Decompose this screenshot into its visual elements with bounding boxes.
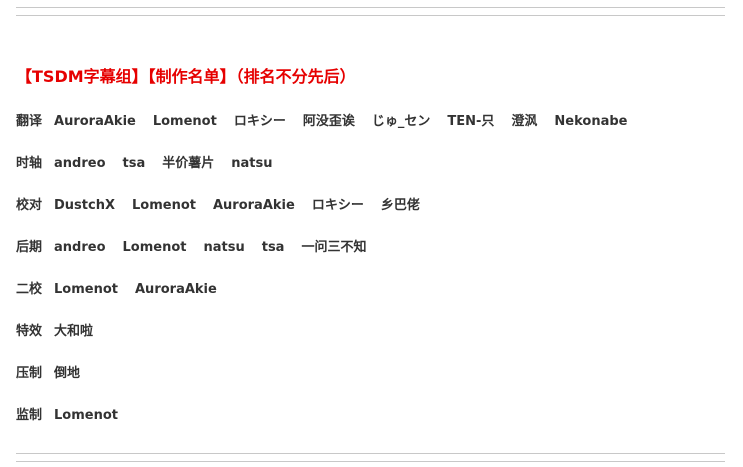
credit-name: Lomenot	[54, 282, 118, 297]
credit-name: 乡巴佬	[380, 198, 420, 213]
credit-role-label: 压制	[16, 366, 43, 381]
credit-names: DustchX Lomenot AuroraAkie ロキシー 乡巴佬	[54, 196, 437, 216]
credit-name: andreo	[54, 156, 106, 171]
credit-name: natsu	[231, 156, 273, 171]
credit-name: Lomenot	[122, 240, 187, 255]
credit-role-label: 校对	[16, 198, 43, 213]
bottom-rule-1	[16, 453, 725, 454]
credit-row: 后期 andreo Lomenot natsu tsa 一问三不知	[16, 238, 383, 258]
credit-role-label: 特效	[16, 324, 43, 339]
credit-name: ロキシー	[311, 198, 364, 213]
credit-name: natsu	[203, 240, 245, 255]
credit-name: DustchX	[54, 198, 115, 213]
credit-name: 澄沨	[511, 114, 538, 129]
credit-name: Lomenot	[132, 198, 196, 213]
credit-name: TEN-只	[447, 114, 495, 129]
credit-name: 阿没歪诶	[302, 114, 355, 129]
credit-name: じゅ_セン	[371, 114, 431, 129]
credit-row: 时轴 andreo tsa 半价薯片 natsu	[16, 154, 290, 174]
credit-name: 一问三不知	[301, 240, 367, 255]
credit-name: AuroraAkie	[212, 198, 295, 213]
top-rule-2	[16, 15, 725, 16]
credit-name: 倒地	[54, 366, 81, 381]
credit-row: 监制 Lomenot	[16, 406, 135, 426]
credit-name: ロキシー	[233, 114, 286, 129]
credit-names: AuroraAkie Lomenot ロキシー 阿没歪诶 じゅ_セン TEN-只 澄沨 Nek…	[54, 112, 644, 132]
credit-role-label: 监制	[16, 408, 43, 423]
credit-names: Lomenot	[54, 406, 135, 426]
credit-role-label: 时轴	[16, 156, 43, 171]
credit-row: 翻译 AuroraAkie Lomenot ロキシー 阿没歪诶 じゅ_セン TEN-只 澄沨 N…	[16, 112, 645, 132]
credit-name: tsa	[261, 240, 285, 255]
credit-name: andreo	[54, 240, 106, 255]
credits-title: 【TSDM字幕组】【制作名单】（排名不分先后）	[16, 67, 356, 86]
credit-role-label: 后期	[16, 240, 43, 255]
credit-name: Nekonabe	[554, 114, 628, 129]
credit-name: AuroraAkie	[54, 114, 136, 129]
credit-names: andreo tsa 半价薯片 natsu	[54, 154, 289, 174]
credit-row: 压制 倒地	[16, 364, 97, 384]
credit-names: andreo Lomenot natsu tsa 一问三不知	[54, 238, 383, 258]
bottom-rule-2	[16, 461, 725, 462]
credit-row: 校对 DustchX Lomenot AuroraAkie ロキシー 乡巴佬	[16, 196, 437, 216]
credit-role-label: 二校	[16, 282, 43, 297]
credit-names: Lomenot AuroraAkie	[54, 280, 234, 300]
top-rule-1	[16, 7, 725, 8]
credit-names: 大和啦	[54, 322, 110, 342]
credit-row: 特效 大和啦	[16, 322, 110, 342]
credit-name: AuroraAkie	[135, 282, 217, 297]
credit-name: tsa	[122, 156, 146, 171]
credit-row: 二校 Lomenot AuroraAkie	[16, 280, 234, 300]
credit-name: Lomenot	[54, 408, 118, 423]
credit-name: Lomenot	[152, 114, 217, 129]
credit-names: 倒地	[54, 364, 97, 384]
credit-name: 大和啦	[54, 324, 94, 339]
credit-role-label: 翻译	[16, 114, 43, 129]
credit-name: 半价薯片	[162, 156, 215, 171]
